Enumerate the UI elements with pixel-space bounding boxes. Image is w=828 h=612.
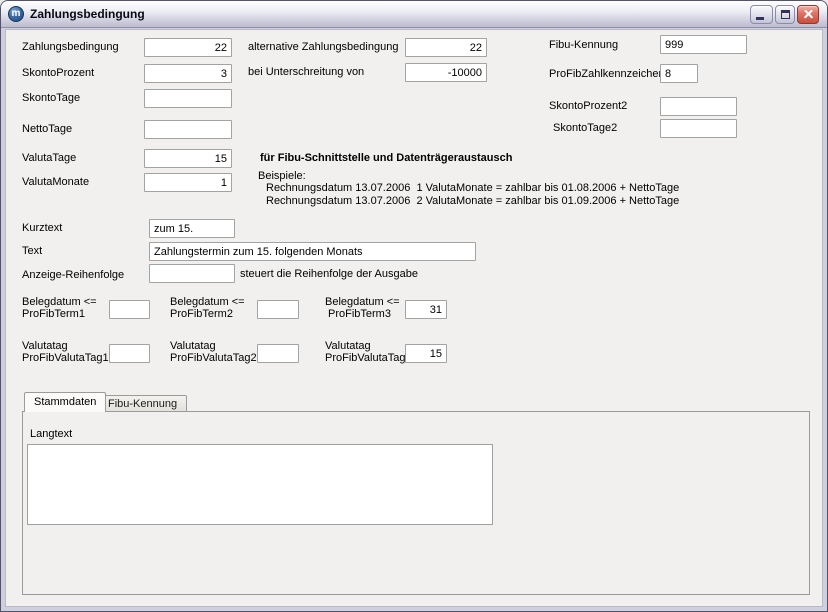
skontotage-label: SkontoTage xyxy=(22,92,80,104)
nettotage-input[interactable] xyxy=(144,120,232,139)
text-label: Text xyxy=(22,245,42,257)
dialog-body: Zahlungsbedingung SkontoProzent SkontoTa… xyxy=(5,29,823,607)
app-icon: m xyxy=(8,6,24,22)
valutatag2-label: Valutatag ProFibValutaTag2 xyxy=(170,340,257,364)
profibvalutatag2-input[interactable] xyxy=(257,344,299,363)
zahlungsbedingung-input[interactable] xyxy=(144,38,232,57)
skontoprozent-input[interactable] xyxy=(144,64,232,83)
alt-zahlungsbedingung-input[interactable] xyxy=(405,38,487,57)
close-icon xyxy=(803,9,814,20)
minimize-button[interactable] xyxy=(750,5,773,24)
skontotage-input[interactable] xyxy=(144,89,232,108)
valutamonate-label: ValutaMonate xyxy=(22,176,89,188)
anzeige-reihenfolge-label: Anzeige-Reihenfolge xyxy=(22,269,124,281)
bei-unterschreitung-label: bei Unterschreitung von xyxy=(248,66,364,78)
tab-stammdaten[interactable]: Stammdaten xyxy=(24,392,106,412)
skontotage2-label: SkontoTage2 xyxy=(553,122,617,134)
kurztext-input[interactable] xyxy=(149,219,235,238)
alt-zahlungsbedingung-label: alternative Zahlungsbedingung xyxy=(248,41,398,53)
tab-fibu-kennung[interactable]: Fibu-Kennung xyxy=(98,395,187,412)
valutamonate-input[interactable] xyxy=(144,173,232,192)
belegdatum-term2-label: Belegdatum <= ProFibTerm2 xyxy=(170,296,245,320)
examples-label: Beispiele: xyxy=(258,170,306,182)
belegdatum-term1-label: Belegdatum <= ProFibTerm1 xyxy=(22,296,97,320)
anzeige-reihenfolge-note: steuert die Reihenfolge der Ausgabe xyxy=(240,268,418,280)
example-line: Rechnungsdatum 13.07.2006 2 ValutaMonate… xyxy=(266,195,679,207)
text-input[interactable] xyxy=(149,242,476,261)
example-line: Rechnungsdatum 13.07.2006 1 ValutaMonate… xyxy=(266,182,679,194)
valutatage-label: ValutaTage xyxy=(22,152,76,164)
nettotage-label: NettoTage xyxy=(22,123,72,135)
minimize-icon xyxy=(756,17,764,20)
skontoprozent2-label: SkontoProzent2 xyxy=(549,100,627,112)
bei-unterschreitung-input[interactable] xyxy=(405,63,487,82)
skontotage2-input[interactable] xyxy=(660,119,737,138)
anzeige-reihenfolge-input[interactable] xyxy=(149,264,235,283)
kurztext-label: Kurztext xyxy=(22,222,62,234)
profibterm3-input[interactable] xyxy=(405,300,447,319)
app-icon-letter: m xyxy=(12,8,21,19)
profibterm1-input[interactable] xyxy=(109,300,150,319)
profib-zahlkennzeichen-label: ProFibZahlkennzeichen xyxy=(549,68,665,80)
maximize-button[interactable] xyxy=(775,5,795,24)
titlebar[interactable]: m Zahlungsbedingung xyxy=(1,1,827,28)
profibvalutatag3-input[interactable] xyxy=(405,344,447,363)
skontoprozent-label: SkontoProzent xyxy=(22,67,94,79)
fibu-kennung-input[interactable] xyxy=(660,35,747,54)
langtext-textarea[interactable] xyxy=(27,444,493,525)
profibvalutatag1-input[interactable] xyxy=(109,344,150,363)
close-button[interactable] xyxy=(797,5,819,24)
zahlungsbedingung-label: Zahlungsbedingung xyxy=(22,41,119,53)
langtext-label: Langtext xyxy=(30,428,72,440)
skontoprozent2-input[interactable] xyxy=(660,97,737,116)
valutatag1-label: Valutatag ProFibValutaTag1 xyxy=(22,340,109,364)
belegdatum-term3-label: Belegdatum <= ProFibTerm3 xyxy=(325,296,400,320)
zahlungsbedingung-dialog: m Zahlungsbedingung Zahlungsbedingung Sk… xyxy=(0,0,828,612)
valutatage-input[interactable] xyxy=(144,149,232,168)
fibu-kennung-label: Fibu-Kennung xyxy=(549,39,618,51)
profibterm2-input[interactable] xyxy=(257,300,299,319)
window-controls xyxy=(750,5,819,24)
profib-zahlkennzeichen-input[interactable] xyxy=(660,64,698,83)
valutatag3-label: Valutatag ProFibValutaTag3 xyxy=(325,340,412,364)
maximize-icon xyxy=(781,10,790,19)
stammdaten-tab-panel: Langtext xyxy=(22,411,810,595)
window-title: Zahlungsbedingung xyxy=(30,7,750,21)
fibu-info-heading: für Fibu-Schnittstelle und Datenträgerau… xyxy=(260,152,512,164)
